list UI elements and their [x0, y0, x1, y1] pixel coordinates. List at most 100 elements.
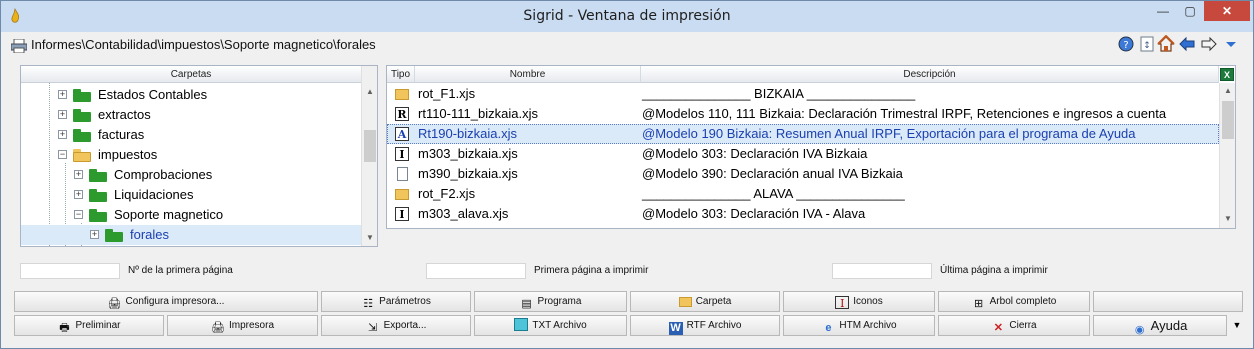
export-button[interactable]: ⇲ Exporta... — [321, 315, 471, 336]
tree-item-extractos[interactable]: + extractos — [21, 105, 361, 125]
icons-button[interactable]: I Iconos — [783, 291, 935, 312]
expand-icon[interactable]: + — [58, 130, 67, 139]
folder-icon — [89, 209, 107, 222]
dropdown-icon[interactable] — [1222, 35, 1240, 53]
file-name: rot_F2.xjs — [418, 186, 476, 201]
maximize-button[interactable]: ▢ — [1177, 1, 1203, 21]
file-row[interactable]: m390_bizkaia.xjs @Modelo 390: Declaració… — [387, 164, 1219, 184]
column-tipo[interactable]: Tipo — [387, 66, 415, 83]
folders-header: Carpetas — [21, 66, 361, 83]
button-label: TXT Archivo — [532, 320, 587, 331]
svg-text:?: ? — [1123, 40, 1128, 51]
column-nombre[interactable]: Nombre — [415, 66, 641, 83]
tree-item-label: forales — [130, 227, 170, 242]
folder-icon — [89, 169, 107, 182]
scroll-up-icon[interactable]: ▲ — [362, 84, 377, 100]
htm-file-button[interactable]: e HTM Archivo — [783, 315, 935, 336]
tree-item-facturas[interactable]: + facturas — [21, 125, 361, 145]
preview-button[interactable]: 🖶 Preliminar — [14, 315, 164, 336]
tree-item-label: facturas — [98, 127, 145, 142]
folders-panel: Carpetas X + Estados Contables + extract… — [20, 65, 378, 247]
file-row[interactable]: R rt110-111_bizkaia.xjs @Modelos 110, 11… — [387, 104, 1219, 124]
collapse-icon[interactable]: − — [74, 210, 83, 219]
report-i-icon: I — [395, 207, 409, 221]
last-page-print-input[interactable] — [832, 263, 932, 279]
close-x-icon: ✕ — [993, 322, 1003, 334]
file-name: m303_bizkaia.xjs — [418, 146, 518, 161]
tree-item-soporte-magnetico[interactable]: − Soporte magnetico — [21, 205, 361, 225]
file-description: @Modelo 303: Declaración IVA - Alava — [642, 206, 866, 221]
tree-item-comprobaciones[interactable]: + Comprobaciones — [21, 165, 361, 185]
expand-icon[interactable]: + — [58, 90, 67, 99]
printer-setup-icon: 🖨 — [107, 298, 122, 310]
icons-icon: I — [835, 296, 850, 310]
expand-icon[interactable]: + — [58, 110, 67, 119]
scroll-down-icon[interactable]: ▼ — [1220, 211, 1235, 227]
column-descripcion[interactable]: Descripción — [641, 66, 1219, 83]
help-button[interactable]: ◉ Ayuda — [1093, 315, 1227, 336]
home-icon[interactable] — [1157, 34, 1175, 53]
tree-item-liquidaciones[interactable]: + Liquidaciones — [21, 185, 361, 205]
rtf-icon: W — [668, 322, 683, 335]
title-bar[interactable]: Sigrid - Ventana de impresión — ▢ ✕ — [1, 1, 1253, 32]
tree-item-label: Comprobaciones — [114, 167, 213, 182]
back-arrow-icon[interactable] — [1178, 35, 1196, 53]
first-page-print-input[interactable] — [426, 263, 526, 279]
folder-button[interactable]: Carpeta — [630, 291, 780, 312]
folder-icon — [73, 109, 91, 122]
preview-icon: 🖶 — [59, 322, 70, 334]
export-icon: ⇲ — [367, 322, 378, 334]
files-scrollbar[interactable]: ▲ ▼ — [1219, 83, 1235, 228]
parameters-button[interactable]: ☷ Parámetros — [321, 291, 471, 312]
file-description: @Modelo 390: Declaración anual IVA Bizka… — [642, 166, 903, 181]
close-window-button[interactable]: ✕ — [1204, 1, 1250, 21]
last-page-print-label: Última página a imprimir — [940, 265, 1048, 276]
button-label: Programa — [537, 296, 582, 307]
close-button[interactable]: ✕ Cierra — [938, 315, 1090, 336]
printer-setup-button[interactable]: 🖨 Configura impresora... — [14, 291, 318, 312]
empty-button[interactable] — [1093, 291, 1243, 312]
excel-export-icon[interactable]: X — [1220, 68, 1234, 81]
tree-icon: ⊞ — [974, 298, 984, 310]
tree-item-forales[interactable]: + forales — [21, 225, 361, 245]
button-label: Preliminar — [75, 320, 121, 331]
file-row-selected[interactable]: A Rt190-bizkaia.xjs @Modelo 190 Bizkaia:… — [387, 124, 1219, 144]
expand-icon[interactable]: + — [74, 170, 83, 179]
forward-arrow-icon[interactable] — [1200, 35, 1218, 53]
svg-text:↕: ↕ — [1143, 41, 1151, 51]
tree-item-estados-contables[interactable]: + Estados Contables — [21, 85, 361, 105]
program-button[interactable]: ▤ Programa — [474, 291, 627, 312]
first-page-print-label: Primera página a imprimir — [534, 265, 649, 276]
collapse-icon[interactable]: − — [58, 150, 67, 159]
file-row[interactable]: I m303_bizkaia.xjs @Modelo 303: Declarac… — [387, 144, 1219, 164]
file-row[interactable]: rot_F1.xjs _______________ BIZKAIA _____… — [387, 84, 1219, 104]
txt-file-button[interactable]: TXT Archivo — [474, 315, 627, 336]
expand-icon[interactable]: + — [90, 230, 99, 239]
printer-icon: 🖨 — [211, 322, 225, 334]
folder-icon — [89, 189, 107, 202]
file-row[interactable]: rot_F2.xjs _______________ ALAVA _______… — [387, 184, 1219, 204]
refresh-icon[interactable]: ↕ — [1138, 35, 1156, 53]
first-page-number-input[interactable] — [20, 263, 120, 279]
file-row[interactable]: I m303_alava.xjs @Modelo 303: Declaració… — [387, 204, 1219, 224]
full-tree-button[interactable]: ⊞ Arbol completo — [938, 291, 1090, 312]
file-name: rt110-111_bizkaia.xjs — [418, 106, 538, 121]
more-dropdown-icon[interactable]: ▼ — [1230, 315, 1244, 336]
folder-icon — [395, 89, 409, 100]
scroll-thumb[interactable] — [364, 130, 376, 162]
file-description: @Modelo 190 Bizkaia: Resumen Anual IRPF,… — [642, 126, 1136, 141]
help-globe-icon[interactable]: ? — [1117, 35, 1135, 53]
scroll-down-icon[interactable]: ▼ — [362, 230, 377, 246]
scroll-thumb[interactable] — [1222, 101, 1234, 139]
scroll-up-icon[interactable]: ▲ — [1220, 83, 1235, 99]
files-panel: Tipo Nombre Descripción X rot_F1.xjs ___… — [386, 65, 1236, 229]
rtf-file-button[interactable]: W RTF Archivo — [630, 315, 780, 336]
folders-scrollbar[interactable]: ▲ ▼ — [361, 66, 377, 246]
expand-icon[interactable]: + — [74, 190, 83, 199]
folder-icon — [73, 129, 91, 142]
tree-item-label: extractos — [98, 107, 151, 122]
printer-button[interactable]: 🖨 Impresora — [167, 315, 318, 336]
tree-item-impuestos[interactable]: − impuestos — [21, 145, 361, 165]
minimize-button[interactable]: — — [1149, 1, 1177, 21]
button-label: Carpeta — [695, 296, 732, 307]
